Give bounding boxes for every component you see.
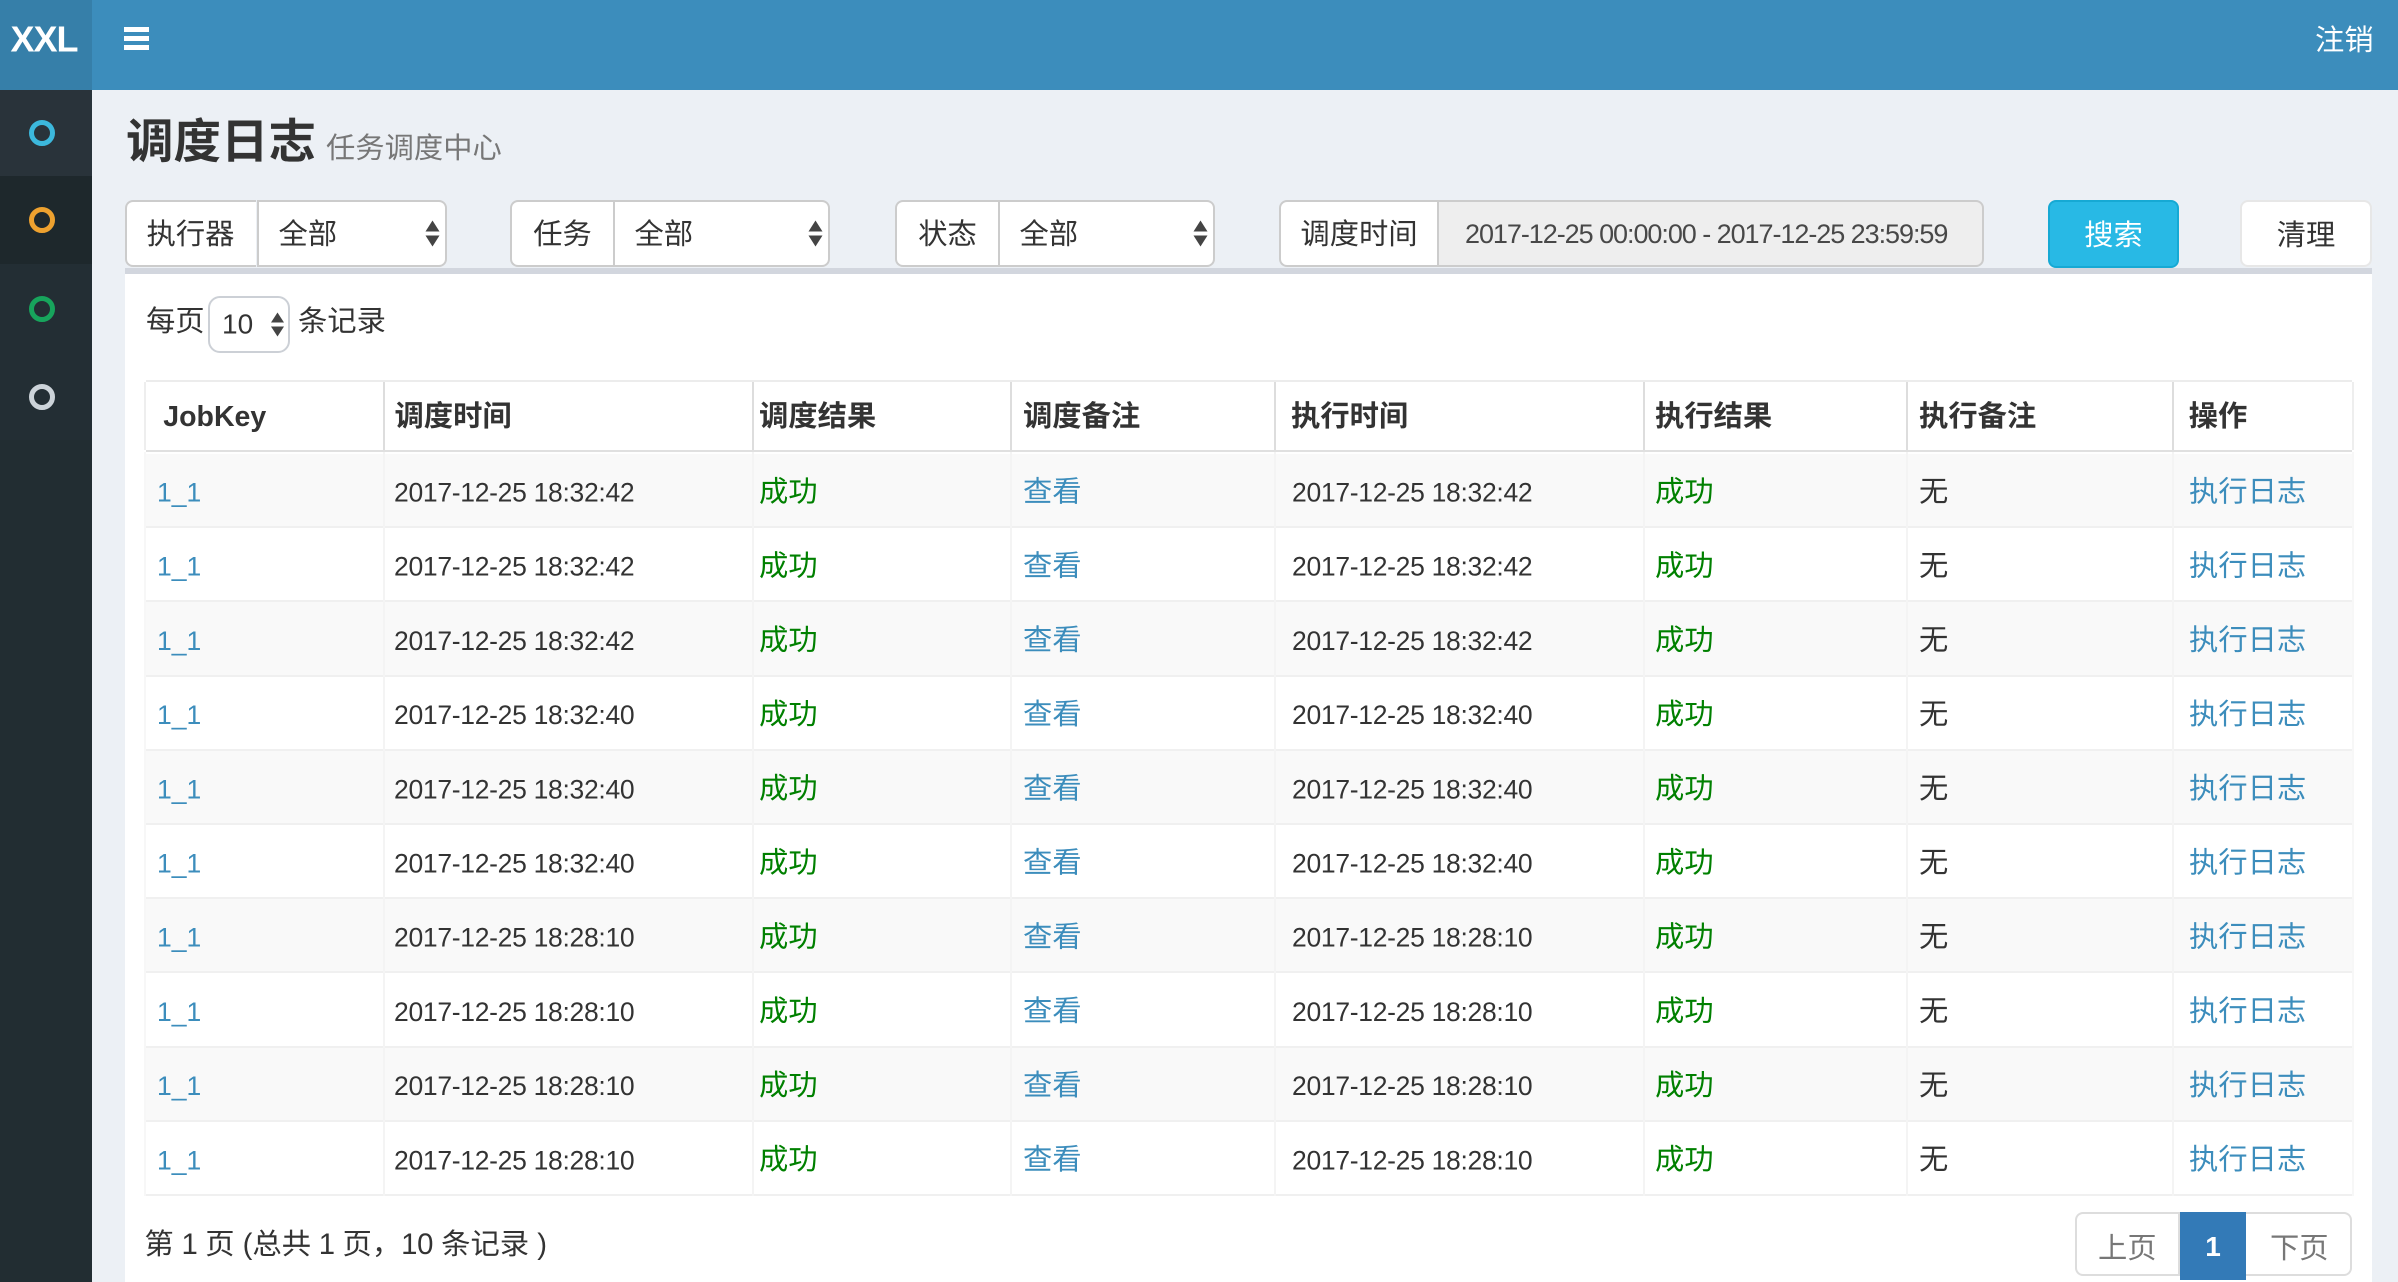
- svg-text:1_1: 1_1: [157, 626, 201, 656]
- svg-text:2017-12-25 18:32:42: 2017-12-25 18:32:42: [1292, 478, 1532, 508]
- svg-text:1_1: 1_1: [157, 1071, 201, 1101]
- svg-text:1: 1: [174, 1228, 206, 1261]
- svg-text:2017-12-25 18:32:42: 2017-12-25 18:32:42: [394, 552, 634, 582]
- svg-text:1_1: 1_1: [157, 700, 201, 730]
- svg-text:1_1: 1_1: [157, 478, 201, 508]
- svg-text:10: 10: [222, 309, 253, 340]
- svg-text:2017-12-25 18:32:42: 2017-12-25 18:32:42: [394, 478, 634, 508]
- svg-text:2017-12-25 18:28:10: 2017-12-25 18:28:10: [1292, 923, 1532, 953]
- svg-text:1_1: 1_1: [157, 1145, 201, 1175]
- svg-text:2017-12-25 18:32:42: 2017-12-25 18:32:42: [394, 626, 634, 656]
- svg-text:2017-12-25 18:32:42: 2017-12-25 18:32:42: [1292, 552, 1532, 582]
- svg-text:1: 1: [311, 1228, 343, 1261]
- svg-text:2017-12-25 18:32:40: 2017-12-25 18:32:40: [394, 849, 634, 879]
- svg-text:1_1: 1_1: [157, 849, 201, 879]
- svg-text:2017-12-25 18:32:40: 2017-12-25 18:32:40: [1292, 700, 1532, 730]
- svg-text:2017-12-25 00:00:00 - 2017-12-: 2017-12-25 00:00:00 - 2017-12-25 23:59:5…: [1465, 219, 1947, 249]
- svg-text:1_1: 1_1: [157, 774, 201, 804]
- svg-text:2017-12-25 18:32:40: 2017-12-25 18:32:40: [394, 700, 634, 730]
- svg-text:2017-12-25 18:28:10: 2017-12-25 18:28:10: [394, 997, 634, 1027]
- svg-text:): ): [529, 1228, 547, 1261]
- svg-text:2017-12-25 18:32:40: 2017-12-25 18:32:40: [1292, 774, 1532, 804]
- svg-text:JobKey: JobKey: [163, 401, 266, 433]
- svg-text:2017-12-25 18:32:42: 2017-12-25 18:32:42: [1292, 626, 1532, 656]
- svg-text:1_1: 1_1: [157, 997, 201, 1027]
- svg-text:2017-12-25 18:28:10: 2017-12-25 18:28:10: [394, 1145, 634, 1175]
- svg-text:10: 10: [401, 1228, 433, 1261]
- svg-text:1_1: 1_1: [157, 923, 201, 953]
- svg-text:XXL: XXL: [10, 19, 77, 60]
- svg-text:(: (: [235, 1228, 253, 1261]
- svg-text:2017-12-25 18:28:10: 2017-12-25 18:28:10: [1292, 1145, 1532, 1175]
- svg-text:2017-12-25 18:28:10: 2017-12-25 18:28:10: [394, 1071, 634, 1101]
- svg-text:2017-12-25 18:32:40: 2017-12-25 18:32:40: [1292, 849, 1532, 879]
- svg-text:2017-12-25 18:28:10: 2017-12-25 18:28:10: [1292, 1071, 1532, 1101]
- svg-text:2017-12-25 18:32:40: 2017-12-25 18:32:40: [394, 774, 634, 804]
- svg-text:1: 1: [2205, 1231, 2221, 1262]
- svg-text:1_1: 1_1: [157, 552, 201, 582]
- svg-text:2017-12-25 18:28:10: 2017-12-25 18:28:10: [394, 923, 634, 953]
- svg-text:2017-12-25 18:28:10: 2017-12-25 18:28:10: [1292, 997, 1532, 1027]
